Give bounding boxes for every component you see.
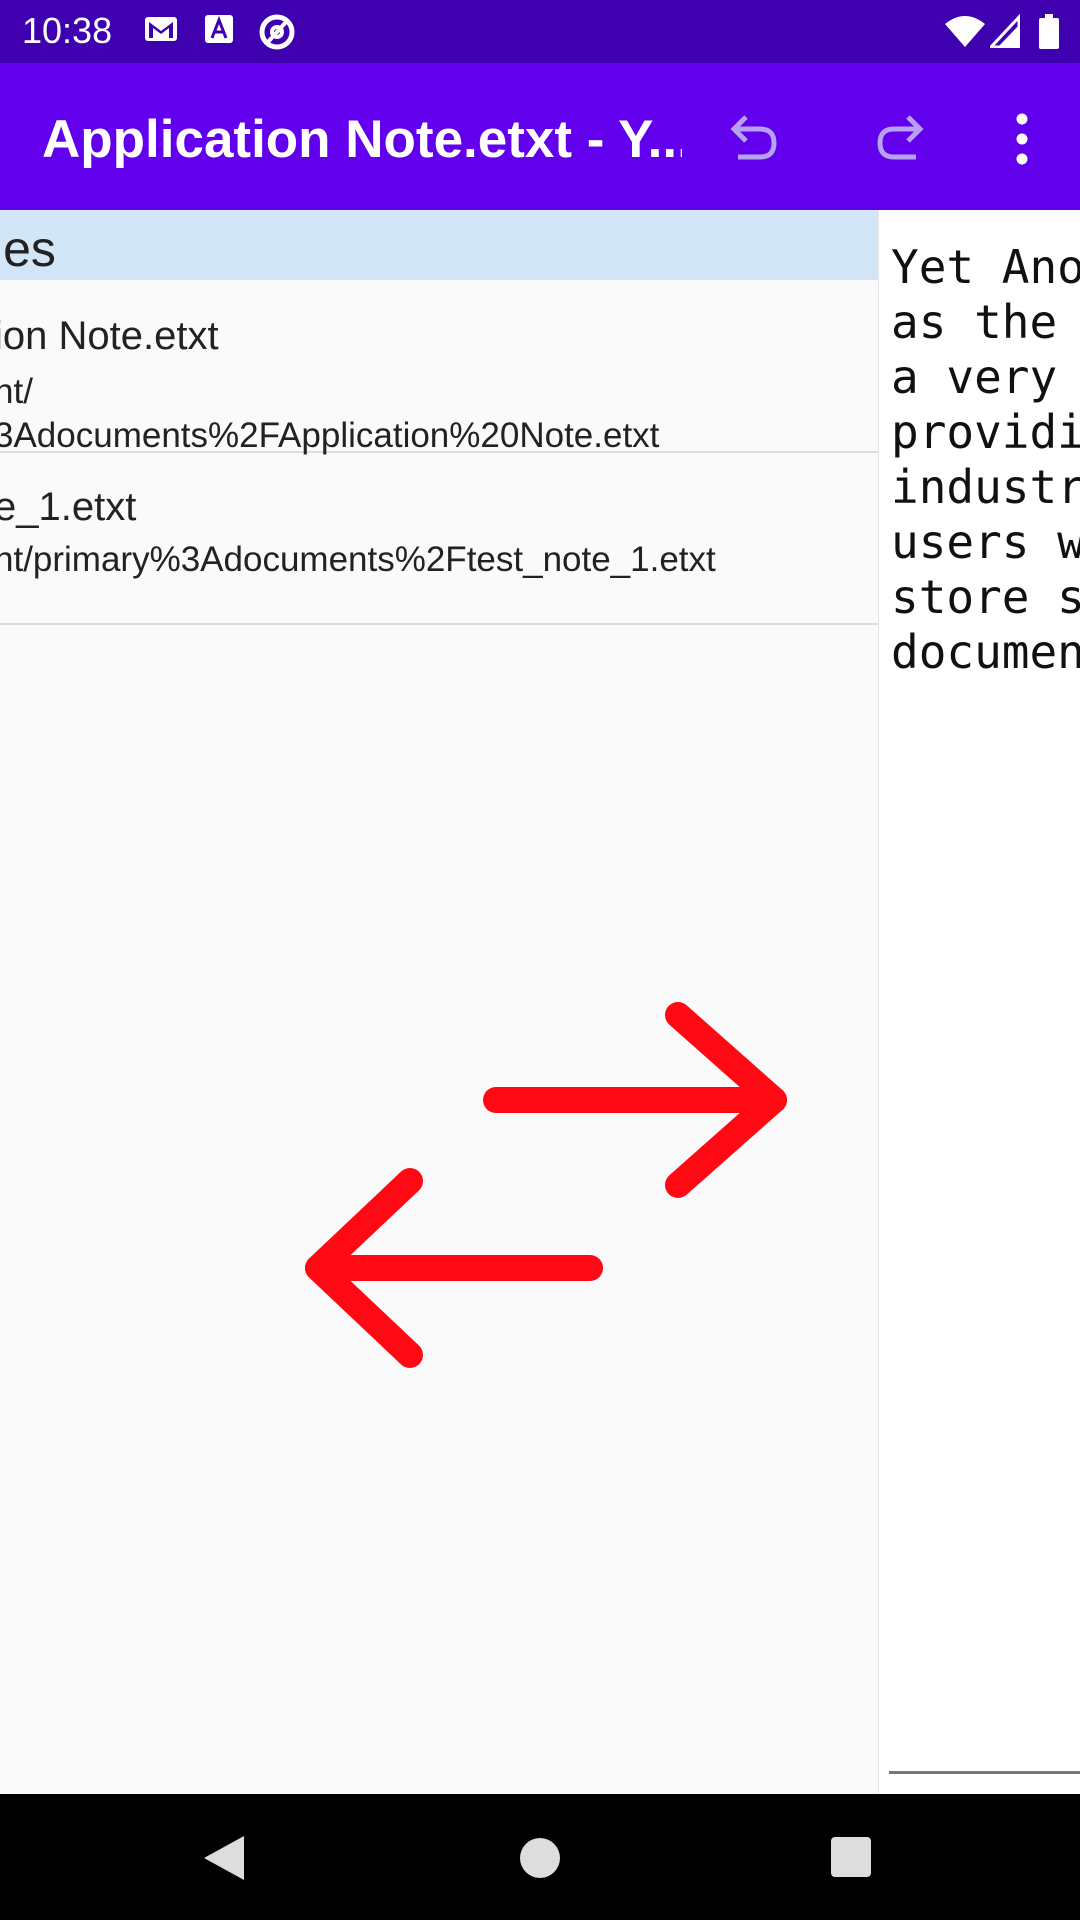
status-time: 10:38: [22, 10, 113, 51]
status-bar: 10:38: [0, 0, 1080, 63]
swap-arrows-icon[interactable]: [300, 995, 790, 1380]
undo-button[interactable]: [718, 103, 790, 175]
file-path: nt/primary%3Adocuments%2Ftest_note_1.etx…: [0, 540, 716, 579]
file-name: e_1.etxt: [0, 485, 137, 529]
editor-panel[interactable]: Yet Ano as the a very providi industr us…: [878, 210, 1080, 1794]
editor-text[interactable]: Yet Ano as the a very providi industr us…: [891, 240, 1080, 680]
undo-icon: [730, 115, 777, 160]
files-header-label: les: [0, 221, 56, 277]
back-icon: [204, 1836, 244, 1880]
home-button[interactable]: [518, 1836, 562, 1885]
signal-icon: [987, 13, 1021, 53]
app-bar: Application Note.etxt - Y...: [0, 63, 1080, 210]
file-path: 3Adocuments%2FApplication%20Note.etxt: [0, 416, 660, 455]
more-options-icon: [1016, 113, 1028, 165]
at-sign-icon: [258, 14, 296, 55]
file-item[interactable]: ion Note.etxt nt/ 3Adocuments%2FApplicat…: [0, 280, 878, 455]
editor-underline: [889, 1771, 1080, 1774]
wifi-icon: [944, 14, 986, 53]
recents-button[interactable]: [830, 1836, 872, 1883]
file-name: ion Note.etxt: [0, 314, 219, 358]
file-path: nt/: [0, 372, 33, 411]
text-recognition-icon: [204, 14, 234, 51]
file-item[interactable]: e_1.etxt nt/primary%3Adocuments%2Ftest_n…: [0, 453, 878, 625]
gmail-icon: [144, 14, 178, 49]
app-title: Application Note.etxt - Y...: [42, 110, 682, 169]
redo-icon: [877, 115, 924, 160]
navigation-bar: [0, 1794, 1080, 1920]
home-icon: [520, 1838, 560, 1878]
more-options-button[interactable]: [986, 103, 1058, 175]
redo-button[interactable]: [864, 103, 936, 175]
back-button[interactable]: [200, 1834, 250, 1887]
recents-icon: [831, 1837, 871, 1877]
battery-icon: [1038, 14, 1060, 55]
files-header: les: [0, 210, 878, 280]
